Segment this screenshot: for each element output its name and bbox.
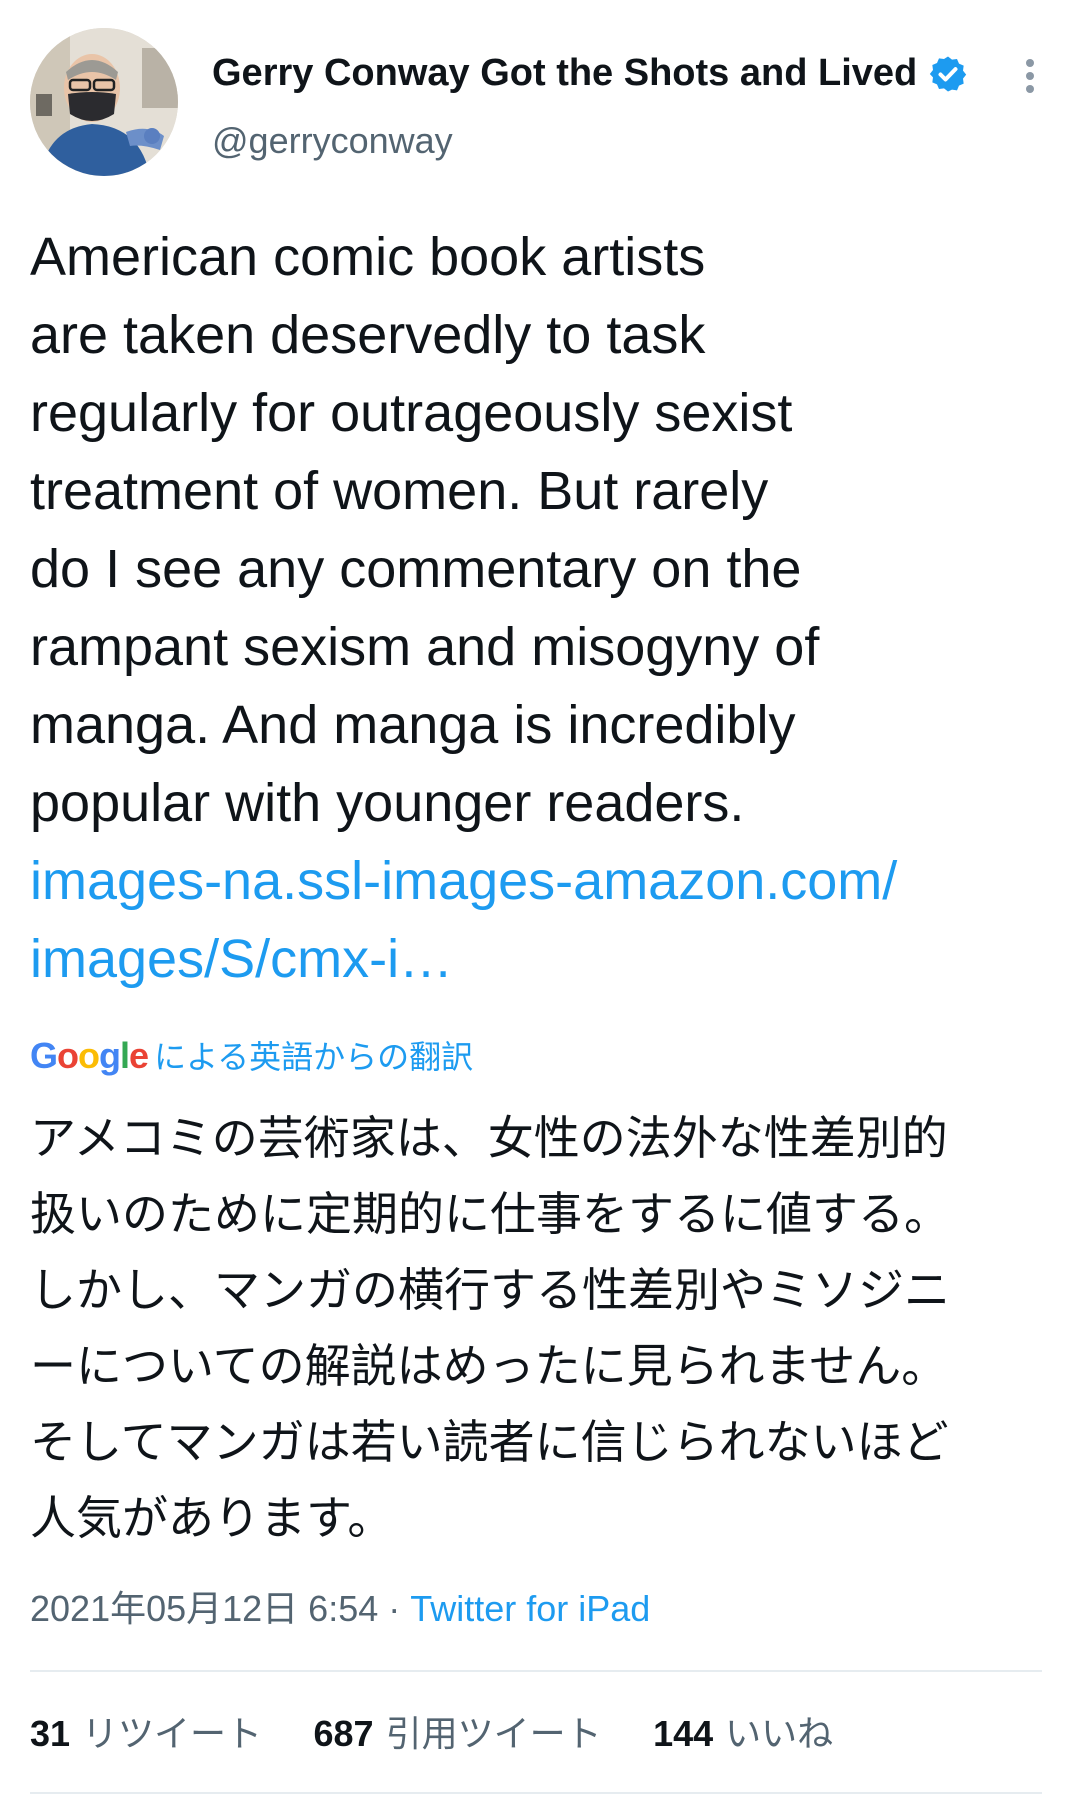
translated-text: アメコミの芸術家は、女性の法外な性差別的 扱いのために定期的に仕事をするに値する…: [30, 1100, 1050, 1556]
tweet-text-line: are taken deservedly to task: [30, 305, 706, 365]
tweet-header: Gerry Conway Got the Shots and Lived @ge…: [30, 28, 1042, 180]
tweet-link-continued[interactable]: images/S/cmx-i…: [30, 920, 1040, 998]
like-label: いいね: [725, 1714, 834, 1755]
translated-line: しかし、マンガの横行する性差別やミソジニ: [30, 1263, 950, 1317]
tweet-text-line: do I see any commentary on the: [30, 539, 802, 599]
like-count: 144: [653, 1713, 714, 1754]
avatar[interactable]: [30, 28, 178, 176]
translated-line: そしてマンガは若い読者に信じられないほど: [30, 1415, 949, 1469]
timestamp[interactable]: 2021年05月12日 6:54: [30, 1588, 378, 1629]
verified-badge-icon: [929, 56, 967, 92]
divider: [30, 1792, 1042, 1794]
divider: [30, 1670, 1042, 1672]
tweet-meta: 2021年05月12日 6:54 · Twitter for iPad: [30, 1580, 650, 1632]
tweet-text-line: regularly for outrageously sexist: [30, 383, 793, 443]
translated-line: 扱いのために定期的に仕事をするに値する。: [30, 1187, 950, 1241]
tweet-source[interactable]: Twitter for iPad: [410, 1588, 650, 1629]
translated-line: ーについての解説はめったに見られません。: [30, 1339, 948, 1393]
tweet-text-line: rampant sexism and misogyny of: [30, 617, 820, 677]
tweet-text-line: American comic book artists: [30, 227, 706, 287]
quotes-stat[interactable]: 687 引用ツイート: [313, 1713, 602, 1755]
tweet-text-line: popular with younger readers.: [30, 773, 745, 833]
translated-line: 人気があります。: [30, 1491, 394, 1545]
tweet-detail: Gerry Conway Got the Shots and Lived @ge…: [0, 0, 1072, 1812]
tweet-text-line: treatment of women. But rarely: [30, 461, 769, 521]
tweet-link-line[interactable]: images/S/cmx-i…: [30, 929, 453, 989]
tweet-link-line[interactable]: images-na.ssl-images-amazon.com/: [30, 851, 897, 911]
meta-separator: ·: [378, 1588, 411, 1629]
translated-line: アメコミの芸術家は、女性の法外な性差別的: [30, 1111, 948, 1165]
tweet-text: American comic book artists are taken de…: [30, 218, 1040, 998]
retweets-stat[interactable]: 31 リツイート: [30, 1713, 263, 1755]
quote-count: 687: [313, 1713, 374, 1754]
retweet-count: 31: [30, 1713, 71, 1754]
more-options-icon[interactable]: [1010, 54, 1050, 114]
retweet-label: リツイート: [82, 1714, 263, 1755]
quote-label: 引用ツイート: [385, 1714, 602, 1755]
translation-attribution[interactable]: Google による英語からの翻訳: [30, 1032, 473, 1076]
tweet-stats: 31 リツイート 687 引用ツイート 144 いいね: [30, 1705, 873, 1757]
translation-label[interactable]: による英語からの翻訳: [154, 1038, 473, 1076]
author-name[interactable]: Gerry Conway Got the Shots and Lived: [212, 52, 917, 95]
google-logo: Google: [30, 1035, 149, 1076]
author-handle[interactable]: @gerryconway: [212, 120, 453, 162]
avatar-image: [30, 28, 178, 176]
tweet-link[interactable]: images-na.ssl-images-amazon.com/: [30, 842, 1040, 920]
tweet-text-line: manga. And manga is incredibly: [30, 695, 796, 755]
likes-stat[interactable]: 144 いいね: [653, 1713, 834, 1755]
